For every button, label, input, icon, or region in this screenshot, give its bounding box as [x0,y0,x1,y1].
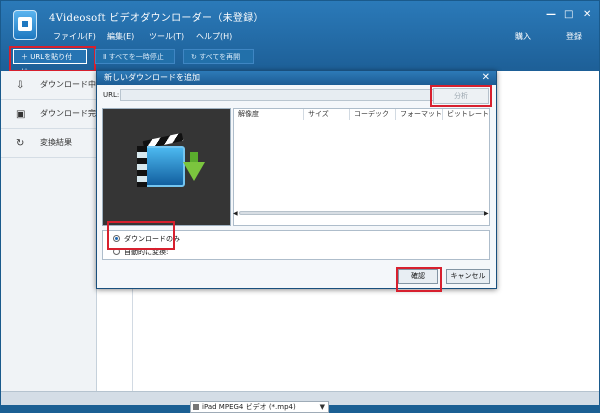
confirm-button[interactable]: 確認 [398,269,438,284]
selected-format: iPad MPEG4 ビデオ (*.mp4) [202,403,296,411]
url-input[interactable] [120,89,435,101]
dialog-close-icon[interactable]: ✕ [482,72,490,84]
sidebar: ⇩ ダウンロード中 ▣ ダウンロード完了 ↻ 変換結果 [1,71,104,405]
resume-all-label: すべてを再開 [199,53,241,61]
menu-edit[interactable]: 編集(E) [107,31,134,42]
buy-link[interactable]: 購入 [515,31,531,42]
refresh-icon: ↻ [191,53,200,61]
scroll-left-icon[interactable]: ◀ [233,210,238,217]
maximize-icon[interactable]: □ [564,9,573,20]
paste-url-button[interactable]: ＋ URLを貼り付け [9,46,96,76]
register-link[interactable]: 登録 [566,31,582,42]
pause-all-button[interactable]: Ⅱ すべてを一時停止 [95,49,175,64]
convert-result-icon: ↻ [16,138,25,149]
column-bitrate[interactable]: ビットレート [443,109,491,120]
menu-file[interactable]: ファイル(F) [53,31,96,42]
plus-icon: ＋ [21,53,31,61]
menu-tools[interactable]: ツール(T) [149,31,184,42]
pause-all-label: すべてを一時停止 [108,53,164,61]
add-download-dialog: 新しいダウンロードを追加 ✕ URL: 分析 解像度 サイズ コーデック フォー… [96,70,497,413]
sidebar-item-label: ダウンロード中 [40,80,96,89]
format-table: 解像度 サイズ コーデック フォーマット ビットレート [233,108,490,226]
download-complete-icon: ▣ [16,109,26,120]
toolbar: ＋ URLを貼り付け Ⅱ すべてを一時停止 ↻ すべてを再開 [1,46,599,76]
options-highlight-frame [107,221,175,250]
ipad-icon [193,404,199,410]
close-icon[interactable]: ✕ [583,9,591,20]
sidebar-item-label: ダウンロード完了 [40,109,104,118]
scroll-right-icon[interactable]: ▶ [484,210,489,217]
cancel-button[interactable]: キャンセル [446,269,490,284]
film-strip-icon [137,146,147,187]
download-arrow-icon [183,162,205,181]
app-logo [13,10,37,40]
analyze-button[interactable]: 分析 [433,88,489,104]
application-window: 4Videosoft ビデオダウンローダー（未登録） ファイル(F) 編集(E)… [0,0,600,413]
minimize-icon[interactable]: — [546,9,556,20]
sidebar-item-label: 変換結果 [40,138,72,147]
column-format[interactable]: フォーマット [396,109,443,120]
sidebar-item-downloading[interactable]: ⇩ ダウンロード中 [1,71,97,100]
sidebar-item-downloaded[interactable]: ▣ ダウンロード完了 [1,100,104,129]
app-title: 4Videosoft ビデオダウンローダー（未登録） [49,13,264,24]
url-label: URL: [103,91,120,99]
dialog-title: 新しいダウンロードを追加 [104,73,200,82]
column-size[interactable]: サイズ [304,109,350,120]
dialog-title-bar: 新しいダウンロードを追加 ✕ [97,71,496,85]
column-resolution[interactable]: 解像度 [234,109,304,120]
output-format-select[interactable]: iPad MPEG4 ビデオ (*.mp4) ▼ [190,401,329,413]
video-thumbnail [102,108,231,226]
sidebar-item-convert-results[interactable]: ↻ 変換結果 [1,129,97,158]
download-icon: ⇩ [16,80,25,91]
horizontal-scrollbar[interactable] [239,211,485,215]
column-codec[interactable]: コーデック [350,109,396,120]
menu-help[interactable]: ヘルプ(H) [196,31,232,42]
resume-all-button[interactable]: ↻ すべてを再開 [183,49,254,64]
